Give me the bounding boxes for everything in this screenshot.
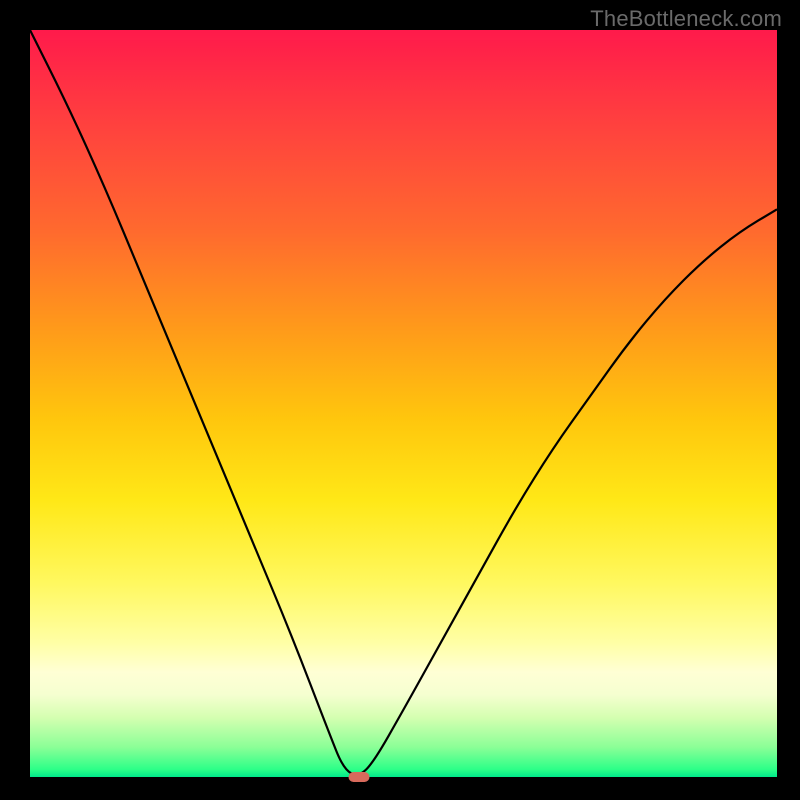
watermark-text: TheBottleneck.com (590, 6, 782, 32)
plot-area (30, 30, 777, 777)
bottleneck-curve-svg (30, 30, 777, 777)
bottleneck-curve-path (30, 30, 777, 775)
minimum-marker (348, 772, 369, 782)
chart-container: TheBottleneck.com (0, 0, 800, 800)
